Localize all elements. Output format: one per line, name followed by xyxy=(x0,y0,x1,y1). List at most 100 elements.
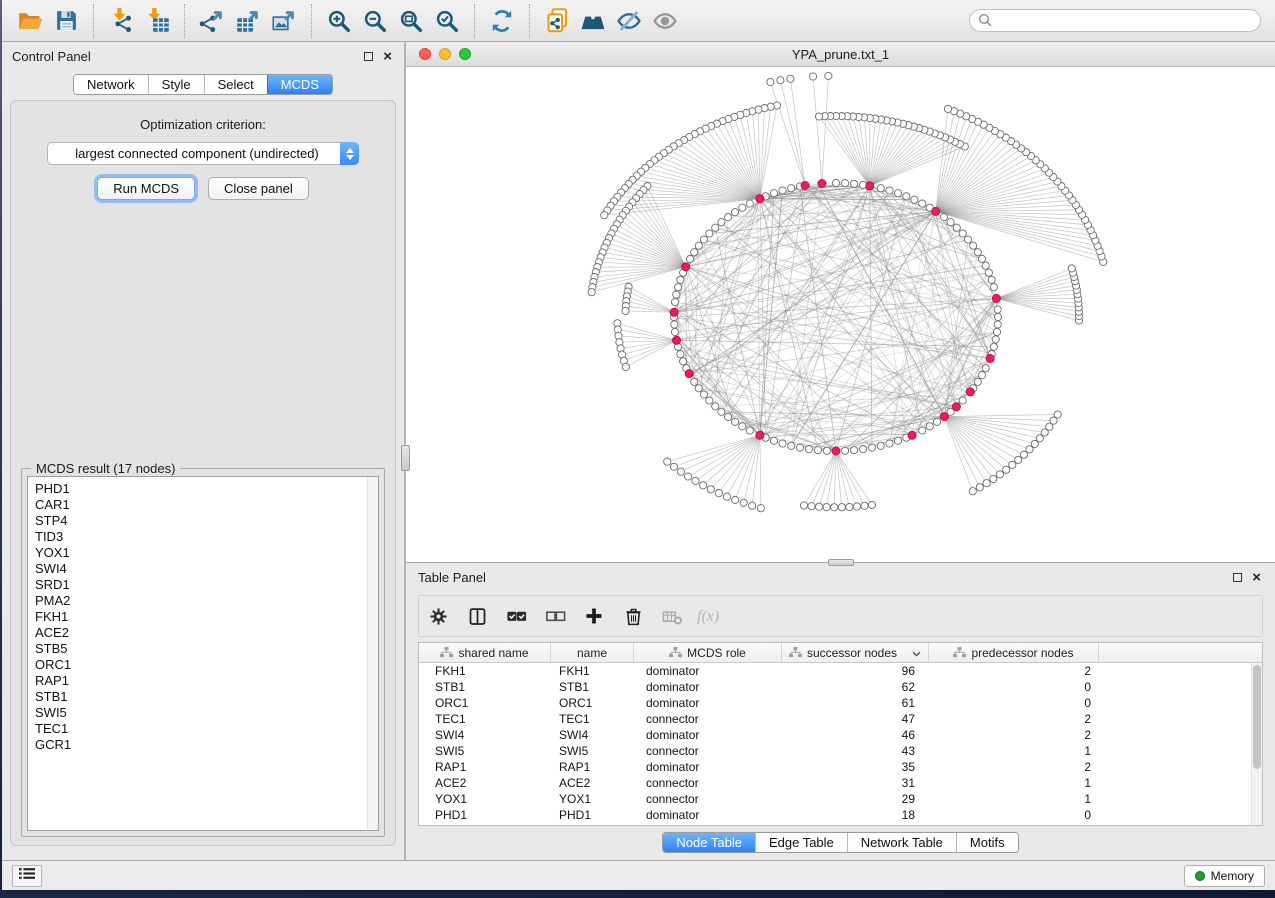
mcds-result-item[interactable]: PHD1 xyxy=(35,481,378,497)
network-node[interactable] xyxy=(746,427,753,434)
network-node[interactable] xyxy=(670,463,677,470)
mcds-result-item[interactable]: GCR1 xyxy=(35,737,378,753)
table-row[interactable]: TEC1TEC1connector472 xyxy=(419,711,1262,727)
export-table-button[interactable] xyxy=(230,5,266,37)
mcds-node[interactable] xyxy=(801,182,809,190)
network-node[interactable] xyxy=(814,447,821,454)
network-node[interactable] xyxy=(994,313,1001,320)
table-row[interactable]: STB1STB1dominator620 xyxy=(419,679,1262,695)
network-node[interactable] xyxy=(700,236,707,243)
mcds-result-item[interactable]: STB1 xyxy=(35,689,378,705)
mcds-result-item[interactable]: FKH1 xyxy=(35,609,378,625)
task-history-button[interactable] xyxy=(12,865,42,887)
clone-network-button[interactable] xyxy=(539,5,575,37)
network-node[interactable] xyxy=(691,249,698,256)
network-node[interactable] xyxy=(825,72,832,79)
network-node[interactable] xyxy=(832,179,839,186)
deselect-all-button[interactable] xyxy=(544,605,566,627)
network-node[interactable] xyxy=(731,418,738,425)
network-node[interactable] xyxy=(985,269,992,276)
table-row[interactable]: SWI5SWI5connector431 xyxy=(419,743,1262,759)
network-node[interactable] xyxy=(911,196,918,203)
mcds-node[interactable] xyxy=(756,431,764,439)
network-node[interactable] xyxy=(1009,461,1016,468)
network-node[interactable] xyxy=(953,224,960,231)
network-node[interactable] xyxy=(695,385,702,392)
show-hidden-button[interactable] xyxy=(647,5,683,37)
network-node[interactable] xyxy=(695,242,702,249)
close-panel-button[interactable]: Close panel xyxy=(208,177,309,200)
table-scrollbar[interactable] xyxy=(1251,663,1262,825)
network-node[interactable] xyxy=(732,496,739,503)
mcds-node[interactable] xyxy=(952,403,960,411)
network-node[interactable] xyxy=(846,503,853,510)
run-mcds-button[interactable]: Run MCDS xyxy=(97,177,195,200)
network-node[interactable] xyxy=(706,397,713,404)
network-node[interactable] xyxy=(886,187,893,194)
mcds-node[interactable] xyxy=(682,263,690,271)
network-node[interactable] xyxy=(988,276,995,283)
network-node[interactable] xyxy=(823,447,830,454)
mcds-node[interactable] xyxy=(966,388,974,396)
network-node[interactable] xyxy=(1003,466,1010,473)
network-node[interactable] xyxy=(978,255,985,262)
network-node[interactable] xyxy=(725,413,732,420)
column-chooser-button[interactable] xyxy=(466,605,488,627)
network-node[interactable] xyxy=(796,444,803,451)
network-node[interactable] xyxy=(877,185,884,192)
network-node[interactable] xyxy=(1036,435,1043,442)
network-node[interactable] xyxy=(691,378,698,385)
horizontal-splitter-handle[interactable] xyxy=(828,559,854,566)
network-node[interactable] xyxy=(788,442,795,449)
mcds-node[interactable] xyxy=(832,447,840,455)
import-network-button[interactable] xyxy=(103,5,139,37)
network-node[interactable] xyxy=(816,503,823,510)
network-node[interactable] xyxy=(700,482,707,489)
network-node[interactable] xyxy=(700,391,707,398)
open-session-button[interactable] xyxy=(12,5,48,37)
network-node[interactable] xyxy=(823,504,830,511)
network-node[interactable] xyxy=(601,212,608,219)
network-node[interactable] xyxy=(982,365,989,372)
network-node[interactable] xyxy=(686,255,693,262)
network-node[interactable] xyxy=(860,446,867,453)
tab-node-table[interactable]: Node Table xyxy=(663,833,755,852)
network-node[interactable] xyxy=(707,486,714,493)
column-header-name[interactable]: name xyxy=(551,643,634,662)
network-node[interactable] xyxy=(868,501,875,508)
zoom-in-button[interactable] xyxy=(321,5,357,37)
vertical-splitter-handle[interactable] xyxy=(401,445,410,471)
network-node[interactable] xyxy=(903,193,910,200)
network-node[interactable] xyxy=(992,336,999,343)
hide-flagged-button[interactable] xyxy=(611,5,647,37)
select-all-button[interactable] xyxy=(505,605,527,627)
export-network-button[interactable] xyxy=(194,5,230,37)
table-row[interactable]: RAP1RAP1dominator352 xyxy=(419,759,1262,775)
table-row[interactable]: ORC1ORC1dominator610 xyxy=(419,695,1262,711)
network-node[interactable] xyxy=(976,484,983,491)
mcds-node[interactable] xyxy=(940,413,948,421)
network-node[interactable] xyxy=(715,490,722,497)
network-node[interactable] xyxy=(677,468,684,475)
network-node[interactable] xyxy=(842,180,849,187)
network-node[interactable] xyxy=(712,403,719,410)
network-node[interactable] xyxy=(788,185,795,192)
mcds-node[interactable] xyxy=(992,294,1000,302)
tab-network[interactable]: Network xyxy=(74,75,148,94)
network-node[interactable] xyxy=(868,444,875,451)
mcds-result-item[interactable]: STB5 xyxy=(35,641,378,657)
network-node[interactable] xyxy=(1015,456,1022,463)
network-node[interactable] xyxy=(974,378,981,385)
network-node[interactable] xyxy=(739,423,746,430)
memory-button[interactable]: Memory xyxy=(1184,865,1265,887)
network-node[interactable] xyxy=(718,219,725,226)
delete-table-button[interactable] xyxy=(661,605,683,627)
network-node[interactable] xyxy=(718,408,725,415)
network-node[interactable] xyxy=(749,502,756,509)
column-header-predecessor-nodes[interactable]: predecessor nodes xyxy=(929,643,1099,662)
network-node[interactable] xyxy=(894,437,901,444)
tab-mcds[interactable]: MCDS xyxy=(267,75,332,94)
delete-column-button[interactable] xyxy=(622,605,644,627)
network-node[interactable] xyxy=(622,363,629,370)
mcds-node[interactable] xyxy=(756,195,764,203)
